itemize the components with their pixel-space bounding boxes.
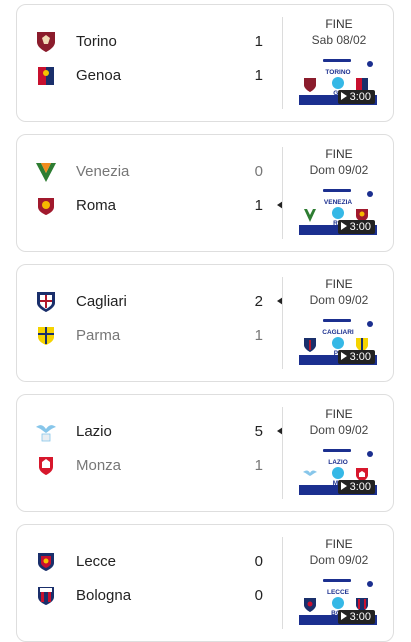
home-team-score: 2 (254, 293, 263, 310)
monza-crest-icon (39, 457, 53, 475)
duration-text: 3:00 (349, 611, 371, 623)
league-logo-icon (332, 77, 344, 89)
home-team-score: 0 (254, 163, 263, 180)
serie-a-pin-icon (367, 61, 373, 67)
duration-text: 3:00 (349, 351, 371, 363)
home-team-row: Lecce 0 (17, 545, 285, 579)
match-status: FINE (325, 147, 353, 161)
play-icon (340, 482, 347, 490)
league-logo-icon (332, 597, 344, 609)
match-status: FINE (325, 17, 353, 31)
roma-crest-icon (38, 198, 54, 215)
serie-a-pin-icon (367, 581, 373, 587)
match-card-lecce-bologna[interactable]: Lecce 0 Bologna 0 FINE Dom 09/02 LECCE B… (16, 524, 394, 642)
away-team-row: Genoa 1 (17, 59, 285, 93)
away-team-name: Roma (76, 197, 117, 214)
home-team-name: Cagliari (76, 293, 127, 310)
home-team-row: Lazio 5 (17, 415, 285, 449)
torino-crest-icon (37, 32, 55, 52)
home-team-row: Torino 1 (17, 25, 285, 59)
match-date: Dom 09/02 (309, 293, 369, 307)
match-date: Dom 09/02 (309, 423, 369, 437)
home-team-score: 5 (254, 423, 263, 440)
genoa-crest-icon (38, 67, 54, 85)
match-status: FINE (325, 407, 353, 421)
away-team-row: Roma 1 (17, 189, 285, 223)
home-team-score: 0 (254, 553, 263, 570)
away-team-score: 0 (254, 587, 263, 604)
bologna-crest-icon (38, 587, 54, 605)
match-date: Dom 09/02 (309, 163, 369, 177)
play-icon (340, 352, 347, 360)
match-card-torino-genoa[interactable]: Torino 1 Genoa 1 FINE Sab 08/02 TORINO G… (16, 4, 394, 122)
home-team-row: Cagliari 2 (17, 285, 285, 319)
thumb-home-label: TORINO (325, 69, 351, 76)
thumb-header-bar (323, 449, 351, 452)
home-team-score: 1 (254, 33, 263, 50)
thumb-header-bar (323, 319, 351, 322)
away-team-score: 1 (254, 197, 263, 214)
away-team-name: Genoa (76, 67, 122, 84)
away-team-name: Monza (76, 457, 122, 474)
match-status: FINE (325, 277, 353, 291)
serie-a-pin-icon (367, 321, 373, 327)
duration-text: 3:00 (349, 481, 371, 493)
video-duration-badge: 3:00 (337, 90, 375, 104)
league-logo-icon (332, 467, 344, 479)
league-logo-icon (332, 337, 344, 349)
play-icon (340, 92, 347, 100)
away-team-name: Parma (76, 327, 121, 344)
thumb-home-label: VENEZIA (323, 199, 353, 206)
thumb-header-bar (323, 579, 351, 582)
away-team-name: Bologna (76, 587, 132, 604)
away-team-row: Parma 1 (17, 319, 285, 353)
duration-text: 3:00 (349, 91, 371, 103)
home-team-name: Lazio (76, 423, 112, 440)
highlights-video-thumbnail[interactable]: LAZIO MO 3:00 (299, 447, 377, 495)
match-status: FINE (325, 537, 353, 551)
thumb-header-bar (323, 59, 351, 62)
thumb-home-label: LAZIO (328, 459, 348, 466)
highlights-video-thumbnail[interactable]: LECCE BOL 3:00 (299, 577, 377, 625)
highlights-video-thumbnail[interactable]: CAGLIARI PA 3:00 (299, 317, 377, 365)
play-icon (340, 612, 347, 620)
match-card-lazio-monza[interactable]: Lazio 5 Monza 1 FINE Dom 09/02 LAZIO MO … (16, 394, 394, 512)
thumb-home-label: LECCE (326, 589, 350, 596)
match-date: Sab 08/02 (311, 33, 367, 47)
home-team-name: Torino (76, 33, 117, 50)
venezia-crest-icon (36, 163, 56, 182)
home-team-name: Lecce (76, 553, 117, 570)
away-team-score: 1 (254, 457, 263, 474)
thumb-home-label: CAGLIARI (322, 329, 354, 336)
away-team-score: 1 (254, 67, 263, 84)
match-card-cagliari-parma[interactable]: Cagliari 2 Parma 1 FINE Dom 09/02 CAGLIA… (16, 264, 394, 382)
serie-a-pin-icon (367, 451, 373, 457)
away-team-row: Monza 1 (17, 449, 285, 483)
away-team-score: 1 (254, 327, 263, 344)
thumb-header-bar (323, 189, 351, 192)
parma-crest-icon (38, 327, 54, 345)
video-duration-badge: 3:00 (337, 480, 375, 494)
highlights-video-thumbnail[interactable]: TORINO GE 3:00 (299, 57, 377, 105)
video-duration-badge: 3:00 (337, 350, 375, 364)
away-team-row: Bologna 0 (17, 579, 285, 613)
match-date: Dom 09/02 (309, 553, 369, 567)
league-logo-icon (332, 207, 344, 219)
highlights-video-thumbnail[interactable]: VENEZIA RO 3:00 (299, 187, 377, 235)
serie-a-pin-icon (367, 191, 373, 197)
match-card-venezia-roma[interactable]: Venezia 0 Roma 1 FINE Dom 09/02 VENEZIA … (16, 134, 394, 252)
play-icon (340, 222, 347, 230)
video-duration-badge: 3:00 (337, 220, 375, 234)
lazio-crest-icon (36, 425, 56, 442)
home-team-name: Venezia (76, 163, 130, 180)
home-team-row: Venezia 0 (17, 155, 285, 189)
video-duration-badge: 3:00 (337, 610, 375, 624)
cagliari-crest-icon (37, 292, 55, 312)
duration-text: 3:00 (349, 221, 371, 233)
lecce-crest-icon (38, 553, 54, 571)
